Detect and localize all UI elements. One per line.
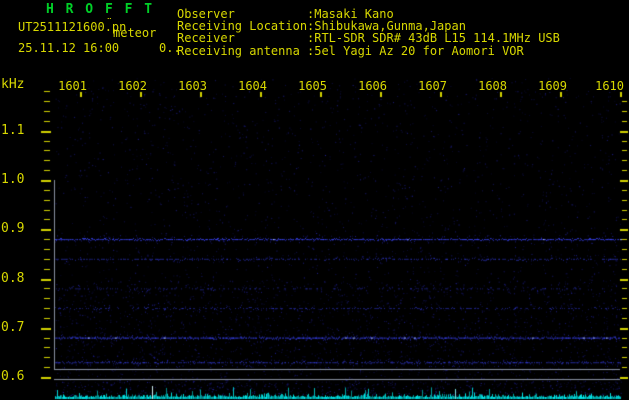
datetime-label: 25.11.12 16:00 (18, 41, 120, 55)
time-tick-label: 1607 (418, 79, 447, 93)
spectrogram-canvas (0, 0, 629, 400)
freq-tick-label: 0.9 (1, 221, 25, 236)
time-tick-label: 1604 (238, 79, 267, 93)
app-title: H R O F F T (46, 2, 155, 17)
receiver-value: :RTL-SDR SDR# 43dB L15 114.1MHz USB (307, 31, 560, 45)
freq-tick-label: 1.1 (1, 123, 25, 138)
time-tick-label: 1609 (538, 79, 567, 93)
time-tick-label: 1601 (58, 79, 87, 93)
time-tick-label: 1603 (178, 79, 207, 93)
time-tick-label: 1602 (118, 79, 147, 93)
hrofft-screen: H R O F F T UT2511121600.pn ¨ meteor 25.… (0, 0, 629, 400)
freq-unit-label: kHz (1, 77, 25, 92)
time-tick-label: 1610 (595, 79, 624, 93)
time-tick-label: 1608 (478, 79, 507, 93)
filename-glitch: ¨ (106, 16, 113, 29)
receiver-label: Receiver (177, 31, 235, 45)
time-tick-label: 1606 (358, 79, 387, 93)
mode-label: meteor (113, 26, 157, 40)
freq-tick-label: 1.0 (1, 172, 25, 187)
freq-tick-label: 0.8 (1, 271, 25, 286)
antenna-label: Receiving antenna (177, 44, 300, 58)
time-tick-label: 1605 (298, 79, 327, 93)
freq-tick-label: 0.7 (1, 320, 25, 335)
freq-tick-label: 0.6 (1, 369, 25, 384)
antenna-value: :5el Yagi Az 20 for Aomori VOR (307, 44, 524, 58)
